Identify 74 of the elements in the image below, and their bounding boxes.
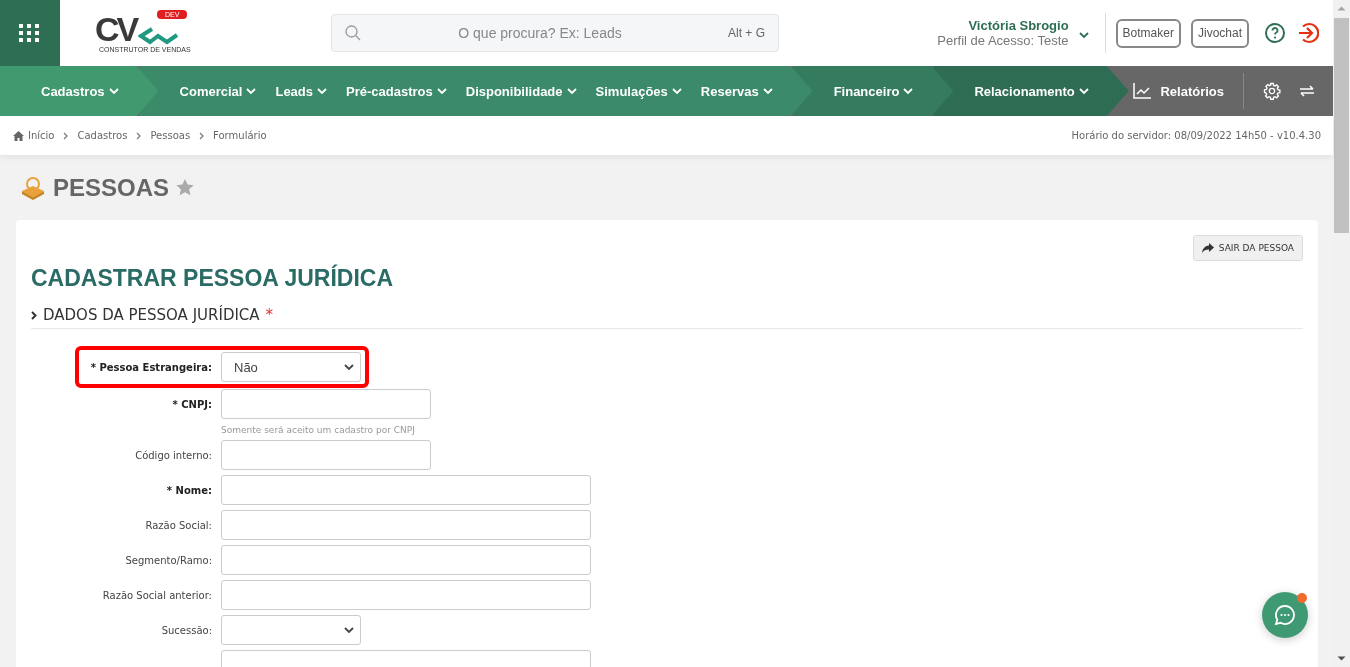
menu-item[interactable]: Financeiro <box>833 83 914 99</box>
text-field[interactable] <box>221 580 591 610</box>
field-label: * CNPJ: <box>172 398 212 410</box>
form-heading: CADASTRAR PESSOA JURÍDICA <box>31 265 395 292</box>
section-title: DADOS DA PESSOA JURÍDICA <box>43 306 260 324</box>
chevron-down-icon <box>344 626 354 634</box>
chevron-down-icon <box>566 87 577 95</box>
search-icon <box>345 25 361 41</box>
text-field[interactable] <box>221 389 431 419</box>
breadcrumb-link[interactable]: Cadastros <box>77 130 128 141</box>
field-label: * Nome: <box>166 484 212 496</box>
chevron-right-icon <box>31 310 37 320</box>
swap-arrows-icon[interactable] <box>1299 85 1315 97</box>
chevron-down-icon <box>671 87 682 95</box>
field-label: * Pessoa Estrangeira: <box>90 361 212 373</box>
people-box-icon <box>20 175 46 200</box>
chevron-down-icon <box>762 87 773 95</box>
scrollbar-thumb[interactable] <box>1334 18 1349 233</box>
chevron-down-icon <box>903 87 914 95</box>
share-arrow-icon <box>1201 243 1214 253</box>
chevron-right-icon <box>63 131 69 140</box>
text-field[interactable] <box>221 440 431 470</box>
menu-item[interactable]: Simulações <box>595 83 682 99</box>
field-label: Código interno: <box>135 449 212 461</box>
breadcrumb-link[interactable]: Pessoas <box>150 130 191 141</box>
chevron-down-icon <box>108 87 119 95</box>
select-field[interactable]: Não <box>221 352 361 382</box>
apps-menu-button[interactable] <box>0 0 60 66</box>
access-profile: Perfil de Acesso: Teste <box>937 33 1069 48</box>
field-label: Razão Social anterior: <box>102 589 212 601</box>
logo-mark: CV <box>95 13 137 45</box>
text-field[interactable] <box>221 475 591 505</box>
breadcrumb-link[interactable]: Início <box>28 130 55 141</box>
chevron-down-icon <box>1078 31 1089 39</box>
field-hint: Somente será aceito um cadastro por CNPJ <box>221 425 415 435</box>
select-field[interactable] <box>221 615 361 645</box>
menu-item[interactable]: Leads <box>275 83 328 99</box>
user-name[interactable]: Victória Sbrogio <box>968 18 1069 33</box>
line-chart-icon <box>1133 83 1152 99</box>
chat-provider-button[interactable]: Botmaker <box>1115 18 1181 48</box>
field-label: Sucessão: <box>161 624 212 636</box>
settings-icon[interactable] <box>1263 82 1281 100</box>
chat-bubble-icon <box>1274 604 1296 626</box>
required-mark: * <box>265 306 274 324</box>
page-title: PESSOAS <box>53 173 170 202</box>
chat-provider-button[interactable]: Jivochat <box>1190 18 1249 48</box>
reports-link[interactable]: Relatórios <box>1160 83 1224 99</box>
menu-item[interactable]: Reservas <box>700 83 773 99</box>
menu-item[interactable]: Comercial <box>179 83 257 99</box>
star-icon[interactable] <box>176 179 195 196</box>
chevron-down-icon <box>1078 87 1089 95</box>
menu-item[interactable]: Disponibilidade <box>465 83 577 99</box>
chevron-down-icon <box>344 363 354 371</box>
menu-item[interactable]: Relacionamento <box>974 83 1089 99</box>
chevron-down-icon <box>246 87 257 95</box>
chevron-down-icon <box>436 87 447 95</box>
menu-item[interactable]: Pré-cadastros <box>346 83 447 99</box>
text-field[interactable] <box>221 510 591 540</box>
logout-icon[interactable] <box>1297 22 1319 44</box>
exit-person-button[interactable]: SAIR DA PESSOA <box>1192 235 1303 261</box>
breadcrumb-link[interactable]: Formulário <box>213 130 267 141</box>
text-field[interactable] <box>221 545 591 575</box>
menu-item[interactable]: Cadastros <box>41 83 119 99</box>
home-icon <box>13 130 24 141</box>
field-label: Razão Social: <box>145 519 212 531</box>
field-label: Segmento/Ramo: <box>125 554 212 566</box>
notification-dot <box>1297 593 1307 603</box>
server-time: Horário do servidor: 08/09/2022 14h50 - v10.4.30 <box>1071 130 1321 141</box>
help-icon[interactable] <box>1265 23 1285 43</box>
chevron-down-icon <box>317 87 328 95</box>
keyboard-shortcut: Alt + G <box>728 26 765 40</box>
apps-grid-icon <box>19 24 41 42</box>
chevron-right-icon <box>136 131 142 140</box>
chevron-right-icon <box>199 131 205 140</box>
